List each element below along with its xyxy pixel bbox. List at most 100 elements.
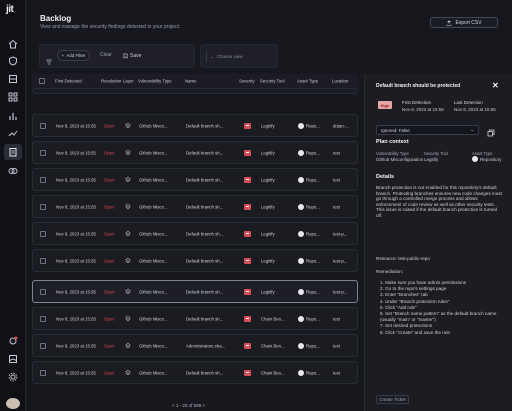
cell-first-detected: Nov 8, 2023 at 15:55 <box>56 316 96 321</box>
filter-icon[interactable] <box>45 53 53 65</box>
trend-icon[interactable] <box>7 128 19 140</box>
cell-location: test <box>333 177 340 182</box>
col-layer[interactable]: Layer <box>123 79 134 84</box>
row-checkbox[interactable] <box>40 176 46 183</box>
save-button[interactable]: Save <box>123 50 141 61</box>
col-location[interactable]: Location <box>332 79 348 84</box>
cell-name: Default branch sh... <box>186 204 224 209</box>
jit-logo[interactable]: jit <box>6 4 14 15</box>
chevron-down-icon: ⌄ <box>470 127 474 132</box>
cell-name: Default branch sh... <box>186 123 224 128</box>
layer-icon <box>125 230 131 237</box>
cell-vulnerability-type: Github Misco... <box>139 316 168 321</box>
col-vulnerability-type[interactable]: Vulnerability Type <box>138 79 172 84</box>
settings-icon[interactable] <box>7 371 19 383</box>
choose-view-box: ⌄ Choose view <box>200 44 278 68</box>
table-row[interactable]: Nov 8, 2023 at 15:55 Open Github Misco... D… <box>32 114 358 137</box>
table-row[interactable] <box>32 88 358 94</box>
cell-location: test-p... <box>333 289 348 294</box>
table-row[interactable]: Nov 8, 2023 at 15:55 Open Github Misco... D… <box>32 195 358 218</box>
col-first-detected[interactable]: First Detected <box>55 79 82 84</box>
col-security-tool[interactable]: Security Tool <box>260 79 285 84</box>
row-checkbox[interactable] <box>40 149 46 156</box>
export-csv-button[interactable]: Export CSV <box>430 17 498 28</box>
row-checkbox[interactable] <box>40 230 46 237</box>
clear-button[interactable]: Clear <box>100 52 112 58</box>
page-title: Backlog <box>40 14 72 23</box>
shield-icon[interactable] <box>7 55 19 67</box>
ignored-select[interactable]: Ignored: False ⌄ <box>376 125 479 135</box>
row-checkbox[interactable] <box>40 342 46 349</box>
row-checkbox[interactable] <box>40 288 46 295</box>
cell-security-tool: Chain Ben... <box>261 316 285 321</box>
layer-icon <box>125 369 131 376</box>
cell-vulnerability-type: Github Misco... <box>139 289 168 294</box>
cell-asset-type: Repo... <box>306 177 320 182</box>
page-subtitle: View and manage the security findings de… <box>40 24 181 30</box>
table-row[interactable]: Nov 8, 2023 at 15:55 Open Github Misco... D… <box>32 168 358 191</box>
row-checkbox[interactable] <box>40 369 46 376</box>
layer-icon <box>125 342 131 349</box>
select-all-checkbox[interactable] <box>39 78 45 84</box>
github-icon <box>298 369 304 376</box>
col-severity[interactable]: Severity <box>239 79 255 84</box>
book-icon[interactable] <box>7 353 19 365</box>
circles-icon[interactable] <box>7 165 19 177</box>
close-icon[interactable]: ✕ <box>492 81 499 90</box>
cell-vulnerability-type: Github Misco... <box>139 343 168 348</box>
table-row[interactable]: Nov 8, 2023 at 15:55 Open Github Misco... D… <box>32 249 358 272</box>
cell-security-tool: Legitify <box>261 231 275 236</box>
table-row[interactable]: Nov 8, 2023 at 15:55 Open Github Misco... A… <box>32 334 358 357</box>
grid-icon[interactable] <box>7 91 19 103</box>
table-row[interactable]: Nov 8, 2023 at 15:55 Open Github Misco... D… <box>32 361 358 384</box>
copy-icon[interactable] <box>487 124 495 137</box>
last-detection-label: Last Detection <box>454 100 483 105</box>
cell-location: test <box>333 343 340 348</box>
table-row[interactable]: Nov 8, 2023 at 15:55 Open Github Misco... D… <box>32 222 358 245</box>
col-asset-type[interactable]: Asset Type <box>297 79 318 84</box>
backlog-icon[interactable] <box>4 144 22 160</box>
cell-security-tool: Legitify <box>261 289 275 294</box>
finding-detail-panel: Default branch should be protected ✕ Hig… <box>364 74 512 411</box>
col-name[interactable]: Name <box>185 79 196 84</box>
github-icon <box>298 315 304 322</box>
first-detection-value: Nov 8, 2023 at 15:55 <box>402 107 444 112</box>
layer-icon <box>125 176 131 183</box>
cell-resolution: Open <box>104 289 115 294</box>
severity-high-icon <box>244 230 251 237</box>
table-row[interactable]: Nov 8, 2023 at 15:55 Open Github Misco... D… <box>32 280 358 303</box>
add-filter-button[interactable]: + Add Filter <box>57 50 90 61</box>
col-resolution[interactable]: Resolution <box>101 79 121 84</box>
row-checkbox[interactable] <box>40 203 46 210</box>
avatar[interactable] <box>6 398 20 409</box>
cell-vulnerability-type: Github Misco... <box>139 150 168 155</box>
github-icon <box>298 230 304 237</box>
app-root: jit Backlog View and manage the security… <box>0 0 512 411</box>
cell-vulnerability-type: Github Misco... <box>139 258 168 263</box>
row-checkbox[interactable] <box>40 122 46 129</box>
cell-asset-type: Repo... <box>306 258 320 263</box>
layers-icon[interactable] <box>7 73 19 85</box>
home-icon[interactable] <box>7 38 19 50</box>
pagination[interactable]: < 1 - 20 of 599 > <box>172 403 205 408</box>
cell-vulnerability-type: Github Misco... <box>139 123 168 128</box>
table-row[interactable]: Nov 8, 2023 at 15:55 Open Github Misco... D… <box>32 307 358 330</box>
cell-resolution: Open <box>104 343 115 348</box>
cell-asset-type: Repo... <box>306 204 320 209</box>
cell-location: test <box>333 150 340 155</box>
table-row[interactable]: Nov 8, 2023 at 15:55 Open Github Misco... D… <box>32 141 358 164</box>
choose-view-select[interactable]: ⌄ Choose view <box>206 51 274 62</box>
row-checkbox[interactable] <box>40 257 46 264</box>
gear-alert-icon[interactable] <box>7 335 19 347</box>
vuln-type-label: Vulnerability Type <box>376 151 409 156</box>
remediation-label: Remediation: <box>376 269 404 274</box>
row-checkbox[interactable] <box>40 315 46 322</box>
security-tool-value: Legitify <box>424 157 439 162</box>
bar-chart-icon[interactable] <box>7 110 19 122</box>
findings-table: First Detected Resolution Layer Vulnerab… <box>32 74 358 384</box>
remediation-step: 6. Set "Branch name pattern" as the defa… <box>380 311 497 323</box>
cell-security-tool: Legitify <box>261 204 275 209</box>
cell-security-tool: Chain Ben... <box>261 370 285 375</box>
details-text: Branch protection is not enabled for thi… <box>376 185 502 218</box>
create-ticket-button[interactable]: Create Ticket <box>376 395 409 404</box>
